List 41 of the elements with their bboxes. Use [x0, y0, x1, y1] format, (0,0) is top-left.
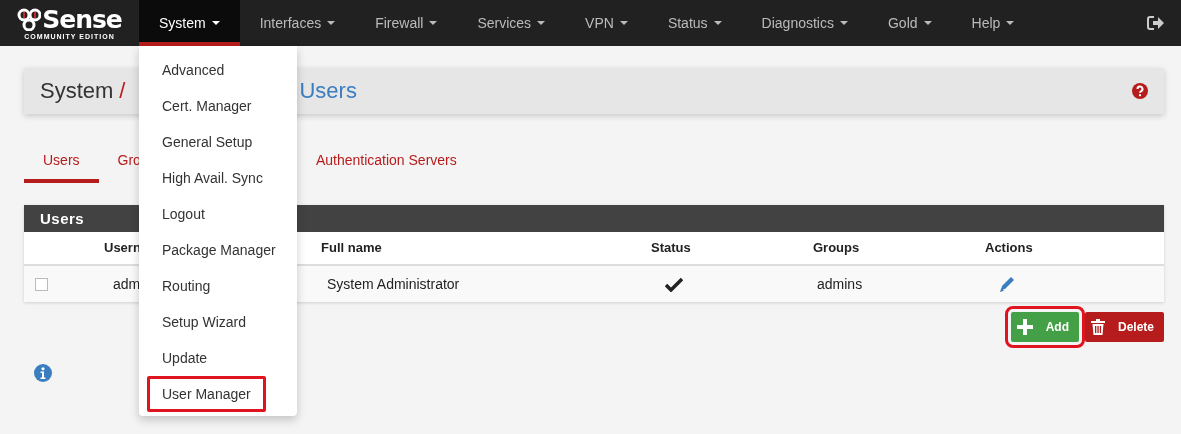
row-checkbox[interactable]: [35, 277, 48, 291]
nav-menu[interactable]: Gold: [867, 0, 952, 46]
tab[interactable]: Authentication Servers: [296, 145, 476, 183]
info-icon[interactable]: [34, 364, 52, 382]
column-header: Actions: [985, 240, 1033, 255]
column-header: Full name: [321, 240, 382, 255]
column-header: Groups: [813, 240, 860, 255]
breadcrumb-link[interactable]: System: [40, 78, 114, 104]
pencil-icon[interactable]: [999, 276, 1015, 292]
nav-menu[interactable]: Interfaces: [239, 0, 356, 46]
table-cell: admins: [817, 276, 863, 292]
breadcrumb-current: Users: [299, 78, 357, 104]
menu-item[interactable]: Update: [147, 340, 223, 376]
table-cell: System Administrator: [327, 276, 460, 292]
nav-menu[interactable]: Firewall: [355, 0, 458, 46]
menu-item[interactable]: Setup Wizard: [147, 304, 262, 340]
logo-rings-icon: [17, 8, 42, 31]
nav-menu[interactable]: System: [139, 0, 240, 46]
brand-name: Sense: [42, 8, 122, 31]
nav-menu[interactable]: Status: [647, 0, 742, 46]
nav-menu[interactable]: Services: [457, 0, 566, 46]
menu-item[interactable]: Routing: [147, 268, 226, 304]
menu-item[interactable]: Cert. Manager: [147, 88, 267, 124]
table-cell: adm: [113, 276, 141, 292]
column-header: Status: [651, 240, 691, 255]
menu-item[interactable]: Logout: [147, 196, 220, 232]
nav-menu[interactable]: VPN: [565, 0, 648, 46]
nav-menu[interactable]: Diagnostics: [741, 0, 868, 46]
trash-icon: [1090, 319, 1105, 335]
plus-icon: [1016, 319, 1033, 335]
menu-item[interactable]: User Manager: [147, 376, 266, 412]
column-header: Usern: [104, 240, 141, 255]
breadcrumb-separator: /: [119, 78, 126, 104]
help-icon[interactable]: [1132, 83, 1148, 99]
tab[interactable]: Users: [24, 145, 99, 183]
menu-item[interactable]: General Setup: [147, 124, 268, 160]
nav-menu[interactable]: Help: [951, 0, 1035, 46]
logout-icon[interactable]: [1147, 15, 1165, 31]
menu-item[interactable]: Advanced: [147, 52, 240, 88]
menu-item[interactable]: Package Manager: [147, 232, 291, 268]
menu-item[interactable]: High Avail. Sync: [147, 160, 278, 196]
